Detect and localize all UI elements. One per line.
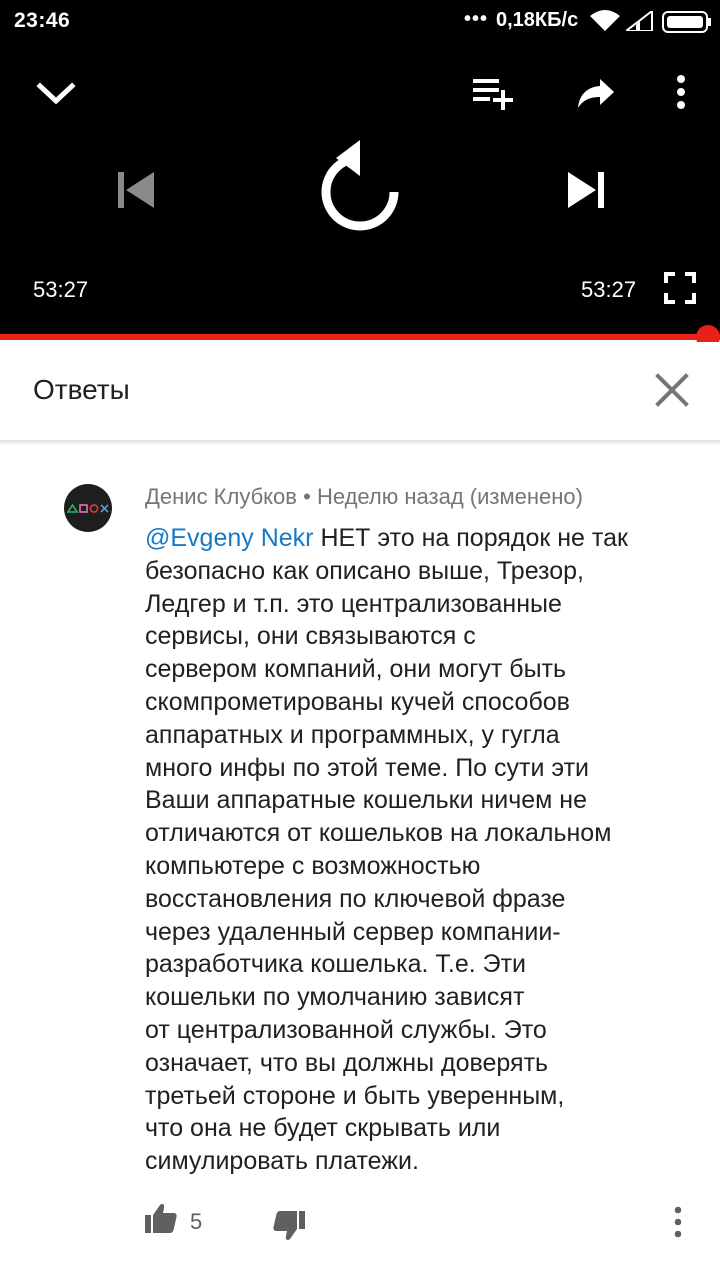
replies-header: Ответы <box>0 342 720 441</box>
comment-timestamp: Неделю назад (изменено) <box>316 484 583 509</box>
comment-line: безопасно как описано выше, Трезор, <box>145 556 584 585</box>
comment-actions: 5 <box>0 1196 720 1256</box>
close-icon[interactable] <box>650 368 694 412</box>
comment-line: означает, что вы должны доверять <box>145 1048 549 1077</box>
comment-line: восстановления по ключевой фразе <box>145 884 566 913</box>
comment-line: @Evgeny Nekr НЕТ это на порядок не так <box>145 524 628 552</box>
clock: 23:46 <box>14 9 71 32</box>
video-player[interactable]: 53:27 53:27 <box>0 44 720 349</box>
avatar[interactable] <box>64 484 112 532</box>
comment-line: Ваши аппаратные кошельки ничем не <box>145 786 588 815</box>
comment-line: компьютере с возможностью <box>145 851 481 880</box>
comment-author[interactable]: Денис Клубков <box>145 484 297 509</box>
comment-line: много инфы по этой теме. По сути эти <box>145 753 590 782</box>
comment-line: кошельки по умолчанию зависят <box>145 983 525 1012</box>
thumbs-down-icon[interactable] <box>272 1210 306 1242</box>
comment-line: от централизованной службы. Это <box>145 1015 547 1044</box>
more-vert-icon[interactable] <box>674 74 688 110</box>
current-time: 53:27 <box>33 277 89 302</box>
next-icon[interactable] <box>564 168 608 212</box>
comment-more-icon[interactable] <box>672 1206 684 1238</box>
comment-text: @Evgeny Nekr НЕТ это на порядок не так б… <box>145 522 705 1178</box>
comment-line: что она не будет скрывать или <box>145 1114 501 1143</box>
comment-line: сервисы, они связываются с <box>145 622 476 651</box>
add-to-playlist-icon[interactable] <box>471 76 515 110</box>
thumbs-up-icon[interactable] <box>144 1202 178 1234</box>
comment-line: отличаются от кошельков на локальном <box>145 819 612 848</box>
notification-dots: ••• <box>464 8 489 30</box>
previous-icon[interactable] <box>114 168 158 212</box>
share-icon[interactable] <box>576 78 616 110</box>
comment-line: аппаратных и программных, у гугла <box>145 720 560 749</box>
comment-line: симулировать платежи. <box>145 1147 419 1176</box>
avatar-logo-icon <box>66 503 109 513</box>
video-duration: 53:27 <box>581 277 637 302</box>
comment-line: разработчика кошелька. Т.е. Эти <box>145 950 527 979</box>
network-speed: 0,18КБ/с <box>496 9 579 31</box>
battery-icon <box>662 11 711 33</box>
seek-bar[interactable] <box>0 325 720 349</box>
replay-icon[interactable] <box>318 138 402 234</box>
wifi-icon <box>590 10 620 31</box>
comment-meta: Денис Клубков • Неделю назад (изменено) <box>145 484 583 510</box>
signal-icon <box>626 11 653 31</box>
fullscreen-icon[interactable] <box>664 272 696 304</box>
replies-title: Ответы <box>33 374 130 405</box>
like-count: 5 <box>190 1209 203 1234</box>
comment-line: Ледгер и т.п. это централизованные <box>145 589 562 618</box>
comment-line: третьей стороне и быть уверенным, <box>145 1081 565 1110</box>
meta-separator: • <box>303 484 311 509</box>
status-bar: 23:46 ••• 0,18КБ/с <box>0 0 720 44</box>
comment-line: через удаленный сервер компании- <box>145 917 561 946</box>
comment-line: скомпрометированы кучей способов <box>145 687 570 716</box>
seek-bar-progress <box>0 334 720 340</box>
collapse-chevron-icon[interactable] <box>36 78 76 108</box>
comment-line: сервером компаний, они могут быть <box>145 655 567 684</box>
mention-link[interactable]: @Evgeny Nekr <box>145 524 314 552</box>
